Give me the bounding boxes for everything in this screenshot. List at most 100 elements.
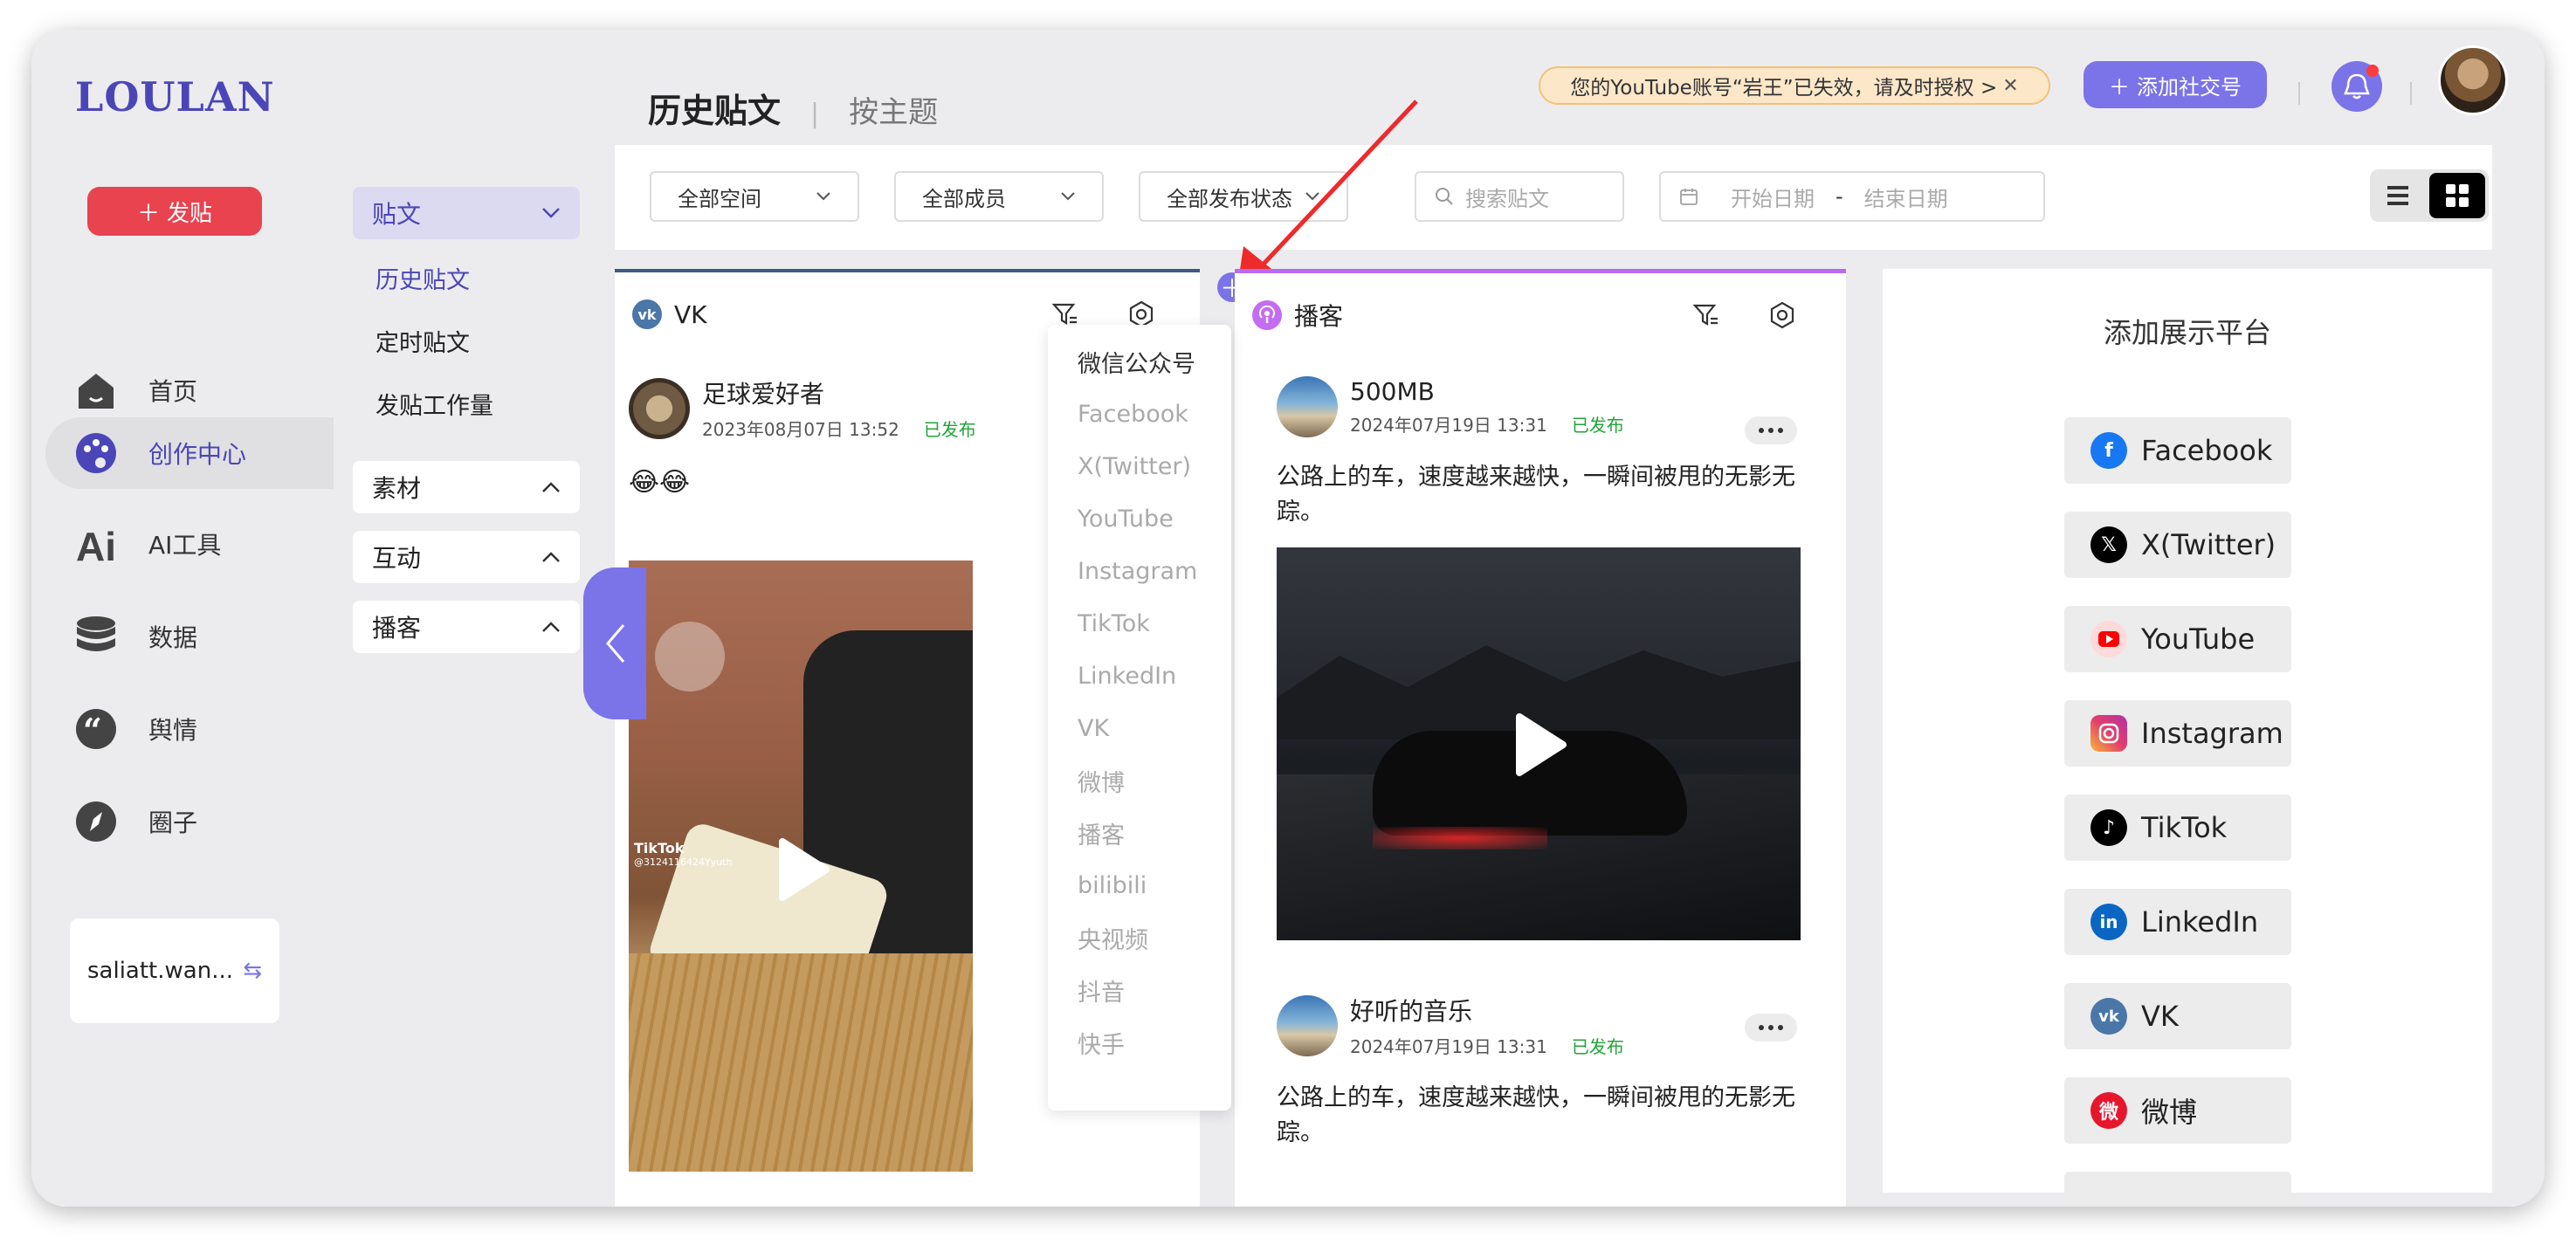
dropdown-item[interactable]: X(Twitter): [1048, 440, 1231, 492]
facebook-icon: f: [2090, 432, 2127, 469]
new-post-button[interactable]: ＋ 发贴: [87, 187, 262, 236]
platform-label: Facebook: [2141, 434, 2273, 467]
video-taillight-shape: [1373, 827, 1547, 849]
dropdown-item[interactable]: YouTube: [1048, 492, 1231, 545]
subnav-scheduled-posts[interactable]: 定时贴文: [353, 309, 580, 372]
chevron-down-icon: [542, 208, 560, 218]
dropdown-item[interactable]: 抖音: [1048, 964, 1231, 1016]
platform-label: 微博: [2141, 1096, 2198, 1129]
dropdown-item[interactable]: bilibili: [1048, 859, 1231, 911]
dropdown-item[interactable]: TikTok: [1048, 597, 1231, 650]
platform-linkedin-button[interactable]: in LinkedIn: [2064, 889, 2291, 955]
subnav-history-posts[interactable]: 历史贴文: [353, 246, 580, 309]
platform-vk-button[interactable]: vk VK: [2064, 983, 2291, 1049]
x-icon: 𝕏: [2090, 526, 2127, 563]
dropdown-item[interactable]: 播客: [1048, 807, 1231, 859]
play-icon[interactable]: [765, 833, 838, 906]
vk-icon: vk: [2090, 998, 2127, 1035]
dropdown-item[interactable]: 央视频: [1048, 911, 1231, 964]
user-account-card[interactable]: saliatt.wan... ⇆: [70, 918, 279, 1023]
nav-item-creation-center[interactable]: 创作中心: [45, 417, 334, 489]
platform-label: LinkedIn: [2141, 905, 2259, 939]
dropdown-item[interactable]: VK: [1048, 702, 1231, 754]
posts-section-header[interactable]: 贴文: [353, 187, 580, 239]
start-date-input[interactable]: 开始日期: [1731, 182, 1815, 212]
platform-facebook-button[interactable]: f Facebook: [2064, 417, 2291, 484]
author-avatar[interactable]: [629, 377, 690, 439]
auth-expired-notice[interactable]: 您的YouTube账号“岩王”已失效，请及时授权 > ✕: [1539, 66, 2050, 105]
member-select[interactable]: 全部成员: [894, 171, 1104, 222]
vk-column-title: VK: [674, 299, 707, 329]
podcast-post: 500MB 2024年07月19日 13:31 已发布 公路上的车，速度越来越快…: [1235, 376, 1846, 940]
nav-item-ai-tools[interactable]: Ai AI工具: [45, 508, 316, 580]
database-icon: [73, 614, 119, 659]
interaction-section-header[interactable]: 互动: [353, 531, 580, 583]
collapse-panel-button[interactable]: [583, 567, 646, 719]
platform-label: YouTube: [2141, 622, 2256, 656]
post-video[interactable]: [1277, 547, 1801, 940]
switch-account-icon[interactable]: ⇆: [243, 958, 262, 984]
platform-twitter-button[interactable]: 𝕏 X(Twitter): [2064, 512, 2291, 578]
dropdown-item[interactable]: Facebook: [1048, 388, 1231, 440]
dropdown-item[interactable]: 快手: [1048, 1016, 1231, 1069]
svg-text:Ai: Ai: [76, 524, 116, 566]
post-video[interactable]: TikTok @3124116424Yyuth: [629, 561, 973, 1172]
post-text: 公路上的车，速度越来越快，一瞬间被甩的无影无踪。: [1277, 1084, 1795, 1146]
grid-view-button[interactable]: [2429, 173, 2485, 218]
notice-text: 您的YouTube账号“岩王”已失效，请及时授权 >: [1570, 77, 1998, 100]
materials-section-header[interactable]: 素材: [353, 461, 580, 513]
dropdown-item[interactable]: 微信公众号: [1048, 335, 1231, 388]
sidebar: LOULAN ＋ 发贴 首页 创作中心 Ai AI工具 数据 “ 舆情 圈子 s…: [31, 30, 334, 1207]
notifications-button[interactable]: [2331, 61, 2382, 112]
play-icon[interactable]: [1502, 708, 1575, 781]
filter-settings-icon[interactable]: [1692, 301, 1720, 329]
more-options-button[interactable]: [1745, 1014, 1797, 1042]
nav-item-sentiment[interactable]: “ 舆情: [45, 693, 316, 765]
author-avatar[interactable]: [1277, 376, 1338, 437]
tiktok-watermark-handle: @3124116424Yyuth: [634, 856, 733, 868]
search-box[interactable]: 搜索贴文: [1415, 171, 1624, 222]
platform-more-button[interactable]: [2064, 1172, 2291, 1207]
nav-item-home[interactable]: 首页: [45, 354, 316, 426]
dropdown-item[interactable]: Instagram: [1048, 545, 1231, 597]
tab-history-posts[interactable]: 历史贴文: [648, 84, 781, 132]
date-range-picker[interactable]: 开始日期 - 结束日期: [1659, 171, 2045, 222]
notification-badge: [2366, 65, 2379, 77]
podcast-column-header: 播客: [1235, 273, 1846, 357]
list-view-button[interactable]: [2382, 180, 2414, 211]
search-input[interactable]: 搜索贴文: [1465, 182, 1549, 212]
post-text: 公路上的车，速度越来越快，一瞬间被甩的无影无踪。: [1277, 464, 1795, 526]
plus-icon: ＋: [136, 200, 160, 227]
space-select-value: 全部空间: [678, 186, 761, 211]
page-tabs: 历史贴文 | 按主题: [648, 84, 938, 132]
platform-label: VK: [2141, 1000, 2179, 1033]
platform-label: TikTok: [2141, 811, 2228, 844]
author-name: 500MB: [1350, 377, 1435, 406]
add-account-label: 添加社交号: [2137, 74, 2242, 100]
post-date: 2023年08月07日 13:52: [702, 419, 899, 440]
platform-tiktok-button[interactable]: ♪ TikTok: [2064, 794, 2291, 861]
interaction-label: 互动: [372, 544, 422, 573]
platform-instagram-button[interactable]: Instagram: [2064, 700, 2291, 767]
dropdown-item[interactable]: 微博: [1048, 754, 1231, 807]
platform-youtube-button[interactable]: YouTube: [2064, 606, 2291, 672]
dropdown-item[interactable]: LinkedIn: [1048, 650, 1231, 702]
nav-label: AI工具: [148, 531, 222, 560]
divider: [2410, 82, 2412, 105]
user-avatar[interactable]: [2438, 45, 2508, 115]
video-watermark-circle: [655, 622, 725, 691]
settings-icon[interactable]: [1767, 300, 1797, 330]
tab-by-topic[interactable]: 按主题: [849, 88, 938, 131]
more-options-button[interactable]: [1745, 416, 1797, 444]
space-select[interactable]: 全部空间: [650, 171, 859, 222]
author-avatar[interactable]: [1277, 994, 1338, 1056]
end-date-input[interactable]: 结束日期: [1864, 182, 1948, 212]
post-status: 已发布: [1571, 1036, 1624, 1057]
nav-item-circle[interactable]: 圈子: [45, 786, 316, 857]
add-social-account-button[interactable]: ＋ 添加社交号: [2084, 61, 2267, 108]
close-icon[interactable]: ✕: [2002, 75, 2018, 97]
platform-weibo-button[interactable]: 微 微博: [2064, 1077, 2291, 1144]
subnav-post-workload[interactable]: 发贴工作量: [353, 372, 580, 435]
podcast-section-header[interactable]: 播客: [353, 601, 580, 653]
nav-item-data[interactable]: 数据: [45, 601, 316, 672]
